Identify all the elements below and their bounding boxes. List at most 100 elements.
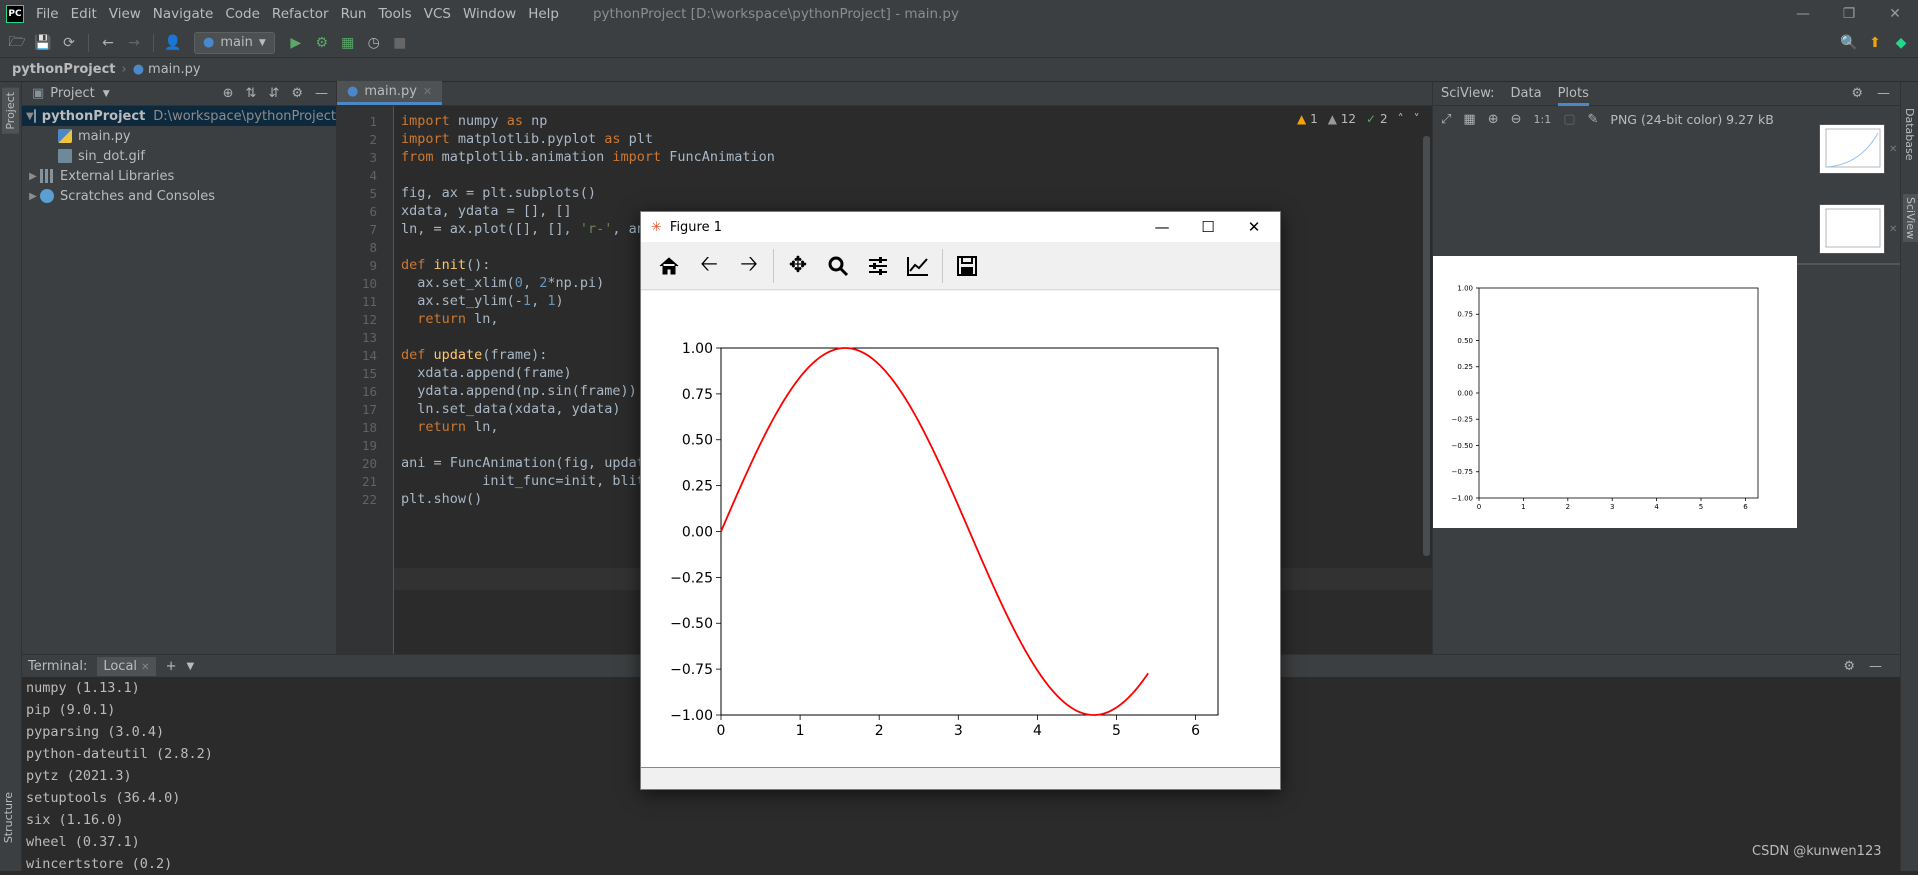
- menu-tools[interactable]: Tools: [372, 6, 417, 22]
- tab-main-py[interactable]: ● main.py ✕: [337, 81, 443, 105]
- chevron-right-icon[interactable]: ▶: [26, 171, 40, 182]
- project-tool-button[interactable]: Project: [2, 88, 19, 134]
- chevron-down-icon[interactable]: ▼: [186, 661, 194, 672]
- forward-icon[interactable]: →: [123, 32, 145, 54]
- run-icon[interactable]: ▶: [285, 32, 307, 54]
- menu-window[interactable]: Window: [457, 6, 522, 22]
- line-number: 20: [361, 456, 377, 471]
- plugins-icon[interactable]: ◆: [1890, 32, 1912, 54]
- zoom-icon[interactable]: [818, 246, 858, 286]
- tab-data[interactable]: Data: [1511, 86, 1542, 101]
- breadcrumb-file[interactable]: main.py: [148, 62, 201, 77]
- sync-icon[interactable]: ⟳: [58, 32, 80, 54]
- background-icon[interactable]: ▢: [1563, 112, 1575, 127]
- back-icon[interactable]: ←: [97, 32, 119, 54]
- update-icon[interactable]: ⬆: [1864, 32, 1886, 54]
- close-icon[interactable]: ✕: [1872, 0, 1918, 28]
- tree-item-scratches[interactable]: ▶ Scratches and Consoles: [22, 186, 336, 206]
- tab-plots[interactable]: Plots: [1557, 86, 1589, 106]
- profile-icon[interactable]: ◷: [363, 32, 385, 54]
- open-folder-icon[interactable]: 🗁: [6, 32, 28, 54]
- save-all-icon[interactable]: 💾: [32, 32, 54, 54]
- zoom-out-icon[interactable]: ⊖: [1511, 112, 1522, 127]
- grid-icon[interactable]: ▦: [1463, 112, 1475, 127]
- hide-icon[interactable]: —: [1877, 86, 1890, 101]
- debug-icon[interactable]: ⚙: [311, 32, 333, 54]
- x-tick-label: 4: [1033, 723, 1042, 739]
- close-icon[interactable]: ✕: [1231, 212, 1277, 242]
- sciview-panel: SciView: Data Plots ⚙ — ⤢ ▦ ⊕ ⊖ 1:1 ▢ ✎ …: [1432, 82, 1901, 654]
- home-icon[interactable]: [649, 246, 689, 286]
- collapse-all-icon[interactable]: ⇵: [268, 86, 279, 101]
- tree-item-main-py[interactable]: main.py: [22, 126, 336, 146]
- chevron-down-icon[interactable]: ▼: [103, 89, 110, 99]
- menu-run[interactable]: Run: [335, 6, 373, 22]
- menu-vcs[interactable]: VCS: [418, 6, 457, 22]
- chevron-down-icon[interactable]: ˅: [1414, 112, 1420, 126]
- search-icon[interactable]: 🔍: [1838, 32, 1860, 54]
- hide-icon[interactable]: —: [315, 86, 328, 101]
- gear-icon[interactable]: ⚙: [291, 86, 303, 101]
- close-thumbnail-icon[interactable]: ✕: [1889, 144, 1897, 155]
- code-line: ax.set_xlim(0, 2*np.pi): [401, 275, 605, 291]
- minimize-icon[interactable]: —: [1780, 0, 1826, 28]
- sciview-tool-button[interactable]: SciView: [1903, 194, 1918, 243]
- back-arrow-icon[interactable]: 🡠: [689, 246, 729, 286]
- stop-icon[interactable]: ■: [389, 32, 411, 54]
- menu-code[interactable]: Code: [219, 6, 266, 22]
- locate-icon[interactable]: ⊕: [223, 86, 234, 101]
- tree-item-pythonproject[interactable]: ▼ pythonProject D:\workspace\pythonProje…: [22, 106, 336, 126]
- minimize-icon[interactable]: —: [1139, 212, 1185, 242]
- forward-arrow-icon[interactable]: 🡢: [729, 246, 769, 286]
- save-figure-icon[interactable]: [947, 246, 987, 286]
- code-line: return ln,: [417, 311, 499, 327]
- close-tab-icon[interactable]: ✕: [423, 85, 432, 98]
- figure-canvas[interactable]: 1.00 0.75 0.50 0.25 0.00 −0.25 −0.50 −0.75 −1.00…: [641, 291, 1280, 767]
- actual-size-button[interactable]: 1:1: [1534, 113, 1552, 126]
- pan-icon[interactable]: ✥: [778, 246, 818, 286]
- menu-edit[interactable]: Edit: [65, 6, 103, 22]
- add-icon[interactable]: +: [166, 659, 177, 674]
- close-tab-icon[interactable]: ✕: [141, 662, 149, 673]
- x-tick-label: 5: [1112, 723, 1121, 739]
- hide-icon[interactable]: —: [1869, 659, 1882, 674]
- color-picker-icon[interactable]: ✎: [1588, 112, 1599, 127]
- tree-item-sin-dot-gif[interactable]: sin_dot.gif: [22, 146, 336, 166]
- chevron-up-icon[interactable]: ˄: [1398, 112, 1404, 126]
- chevron-right-icon[interactable]: ▶: [26, 191, 40, 202]
- x-tick-label: 3: [954, 723, 963, 739]
- gear-icon[interactable]: ⚙: [1851, 86, 1863, 101]
- plot-thumbnail[interactable]: [1819, 204, 1885, 254]
- database-tool-button[interactable]: Database: [1903, 108, 1916, 161]
- gear-icon[interactable]: ⚙: [1843, 659, 1855, 674]
- user-icon[interactable]: 👤: [162, 32, 184, 54]
- restore-icon[interactable]: ❐: [1826, 0, 1872, 28]
- chevron-down-icon[interactable]: ▼: [26, 111, 34, 122]
- code-line: return ln,: [417, 419, 499, 435]
- menu-refactor[interactable]: Refactor: [266, 6, 335, 22]
- code-line: import numpy as np: [401, 113, 548, 129]
- project-panel-title[interactable]: Project: [50, 86, 94, 101]
- y-tick-label: −0.50: [1452, 442, 1473, 450]
- run-config-select[interactable]: ● main ▼: [194, 31, 275, 54]
- close-thumbnail-icon[interactable]: ✕: [1889, 224, 1897, 235]
- menu-help[interactable]: Help: [522, 6, 565, 22]
- menu-view[interactable]: View: [103, 6, 147, 22]
- structure-tool-button[interactable]: Structure: [2, 792, 15, 843]
- tree-item-external-libraries[interactable]: ▶ External Libraries: [22, 166, 336, 186]
- edit-axes-icon[interactable]: [898, 246, 938, 286]
- inspection-widget[interactable]: ▲ 1 ▲ 12 ✓ 2 ˄ ˅: [1297, 112, 1420, 126]
- menu-file[interactable]: File: [30, 6, 65, 22]
- coverage-icon[interactable]: ▦: [337, 32, 359, 54]
- plot-thumbnail[interactable]: [1819, 124, 1885, 174]
- expand-all-icon[interactable]: ⇅: [246, 86, 257, 101]
- y-tick-label: −1.00: [1452, 494, 1473, 502]
- configure-subplots-icon[interactable]: [858, 246, 898, 286]
- menu-navigate[interactable]: Navigate: [147, 6, 220, 22]
- fit-icon[interactable]: ⤢: [1441, 112, 1451, 127]
- tab-local[interactable]: Local ✕: [97, 656, 156, 676]
- maximize-icon[interactable]: ☐: [1185, 212, 1231, 242]
- editor-scrollbar[interactable]: [1423, 136, 1430, 556]
- breadcrumb-project[interactable]: pythonProject: [12, 62, 116, 77]
- zoom-in-icon[interactable]: ⊕: [1488, 112, 1499, 127]
